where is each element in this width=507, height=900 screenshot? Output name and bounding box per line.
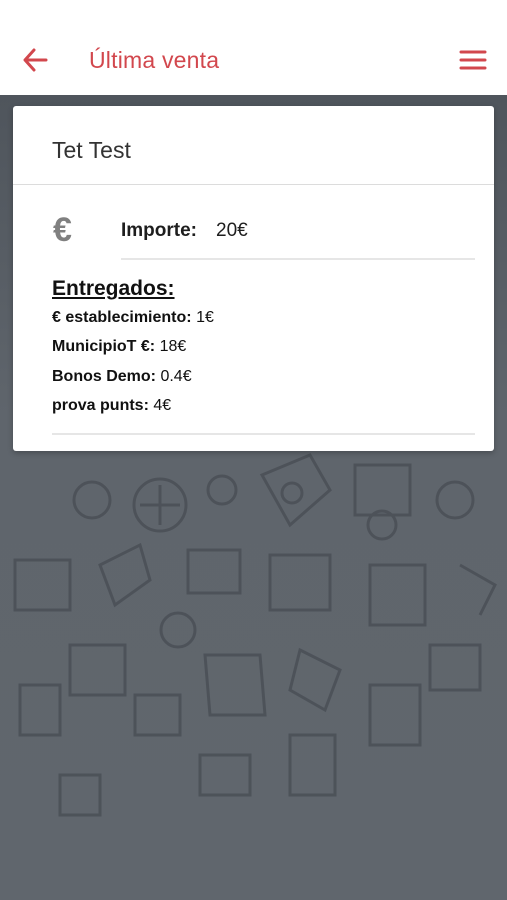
entregados-title: Entregados:	[52, 277, 175, 300]
entregado-label: prova punts:	[52, 396, 149, 414]
entregado-value: 1€	[196, 309, 214, 326]
list-item: prova punts: 4€	[52, 396, 214, 425]
list-item: Bonos Demo: 0.4€	[52, 367, 214, 396]
entregado-value: 18€	[159, 338, 187, 356]
page-title: Última venta	[89, 47, 220, 73]
importe-value: 20€	[216, 220, 248, 241]
importe-row: Importe: 20€	[121, 218, 475, 260]
entregado-label: € establecimiento:	[52, 309, 192, 326]
sale-card: Tet Test € Importe: 20€ Entregados: € es…	[13, 106, 494, 451]
euro-icon: €	[53, 211, 72, 249]
list-item: € establecimiento: 1€	[52, 308, 214, 337]
card-header: Tet Test	[13, 106, 494, 185]
menu-button[interactable]	[456, 44, 490, 76]
importe-label: Importe:	[121, 220, 197, 241]
entregados-list: € establecimiento: 1€ MunicipioT €: 18€ …	[52, 308, 214, 425]
entregado-label: MunicipioT €:	[52, 338, 156, 356]
arrow-left-icon	[23, 48, 48, 72]
app-header: Última venta	[0, 0, 507, 95]
entregado-value: 4€	[153, 396, 172, 414]
list-item: MunicipioT €: 18€	[52, 337, 214, 366]
entregado-label: Bonos Demo:	[52, 367, 156, 385]
store-name: Tet Test	[52, 137, 131, 163]
card-divider	[52, 433, 475, 435]
entregado-value: 0.4€	[160, 367, 192, 385]
back-button[interactable]	[18, 44, 52, 76]
hamburger-menu-icon	[459, 50, 487, 70]
